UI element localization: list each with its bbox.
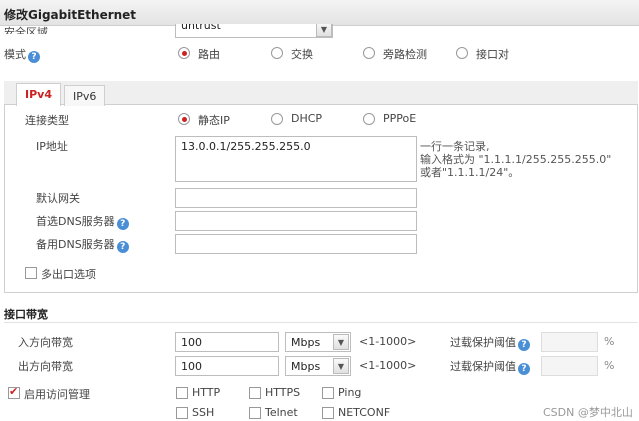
outbound-threshold-input[interactable] [541,356,598,376]
checkbox-checked[interactable] [8,385,20,399]
mode-option-label: 旁路检测 [383,48,427,61]
help-icon[interactable]: ? [518,363,530,375]
ip-hint-line-3: 或者"1.1.1.1/24"。 [420,166,520,179]
radio-icon[interactable] [363,113,375,125]
inbound-input[interactable]: 100 [175,332,279,352]
protocol-label: Telnet [265,406,298,419]
inbound-threshold-text: 过载保护阈值 [450,336,516,349]
window-title: 修改GigabitEthernet [0,0,639,26]
outbound-percent: % [604,359,615,372]
chevron-down-icon: ▼ [316,24,332,37]
outbound-unit-select[interactable]: Mbps ▼ [285,356,351,376]
inbound-label: 入方向带宽 [18,336,73,349]
multi-exit-label: 多出口选项 [41,268,96,281]
help-icon[interactable]: ? [116,241,129,253]
tab-ipv4[interactable]: IPv4 [16,83,61,106]
zone-value: untrust [181,24,221,32]
mode-label-text: 模式 [4,48,26,61]
help-icon[interactable]: ? [28,51,40,63]
inbound-percent: % [604,335,615,348]
gateway-input[interactable] [175,188,417,208]
conn-option-label: PPPoE [383,112,417,125]
divider [4,322,638,323]
protocol-label: HTTP [192,386,221,399]
conn-type-label: 连接类型 [25,114,69,127]
dns1-input[interactable] [175,211,417,231]
outbound-threshold-label: 过载保护阈值? [450,358,530,375]
conn-option-label: DHCP [291,112,323,125]
dns2-input[interactable] [175,234,417,254]
checkbox[interactable] [322,407,334,419]
protocol-label: SSH [192,406,215,419]
protocol-label: NETCONF [338,406,391,419]
zone-label: 安全区域 [4,26,48,34]
radio-icon[interactable] [456,47,468,59]
outbound-input[interactable]: 100 [175,356,279,376]
ip-hint-line-1: 一行一条记录, [420,140,490,153]
ip-address-textarea[interactable]: 13.0.0.1/255.255.255.0 [175,136,417,182]
checkbox[interactable] [176,407,188,419]
inbound-threshold-label: 过载保护阈值? [450,334,530,351]
protocol-label: HTTPS [265,386,301,399]
dns1-label-text: 首选DNS服务器 [36,215,115,228]
checkbox[interactable] [249,387,261,399]
inbound-unit-value: Mbps [291,336,321,349]
ip-hint-line-2: 输入格式为 "1.1.1.1/255.255.255.0" [420,153,612,166]
radio-icon[interactable] [178,113,190,125]
gateway-label: 默认网关 [36,192,80,205]
checkbox[interactable] [176,387,188,399]
outbound-unit-value: Mbps [291,360,321,373]
mode-label: 模式? [4,46,40,63]
mode-option-label: 接口对 [476,48,509,61]
dns1-label: 首选DNS服务器? [36,213,129,230]
mode-option-label: 路由 [198,48,220,61]
radio-icon[interactable] [363,47,375,59]
outbound-label: 出方向带宽 [18,360,73,373]
help-icon[interactable]: ? [518,339,530,351]
zone-select[interactable]: untrust ▼ [175,24,333,38]
chevron-down-icon: ▼ [333,358,349,374]
inbound-unit-select[interactable]: Mbps ▼ [285,332,351,352]
access-management-label: 启用访问管理 [24,388,90,401]
chevron-down-icon: ▼ [333,334,349,350]
checkbox[interactable] [322,387,334,399]
conn-option-label: 静态IP [198,114,230,127]
bandwidth-section-title: 接口带宽 [4,308,48,321]
outbound-range: <1-1000> [359,359,417,372]
checkbox[interactable] [249,407,261,419]
mode-option-label: 交换 [291,48,313,61]
help-icon[interactable]: ? [116,218,129,230]
ip-address-label: IP地址 [36,140,68,153]
outbound-threshold-text: 过载保护阈值 [450,360,516,373]
dns2-label-text: 备用DNS服务器 [36,238,115,251]
watermark: CSDN @梦中北山 [543,406,633,419]
checkbox[interactable] [25,267,37,279]
radio-icon[interactable] [178,47,190,59]
protocol-label: Ping [338,386,362,399]
radio-icon[interactable] [271,47,283,59]
inbound-threshold-input[interactable] [541,332,598,352]
radio-icon[interactable] [271,113,283,125]
dns2-label: 备用DNS服务器? [36,236,129,253]
tab-ipv6[interactable]: IPv6 [64,85,106,106]
inbound-range: <1-1000> [359,335,417,348]
